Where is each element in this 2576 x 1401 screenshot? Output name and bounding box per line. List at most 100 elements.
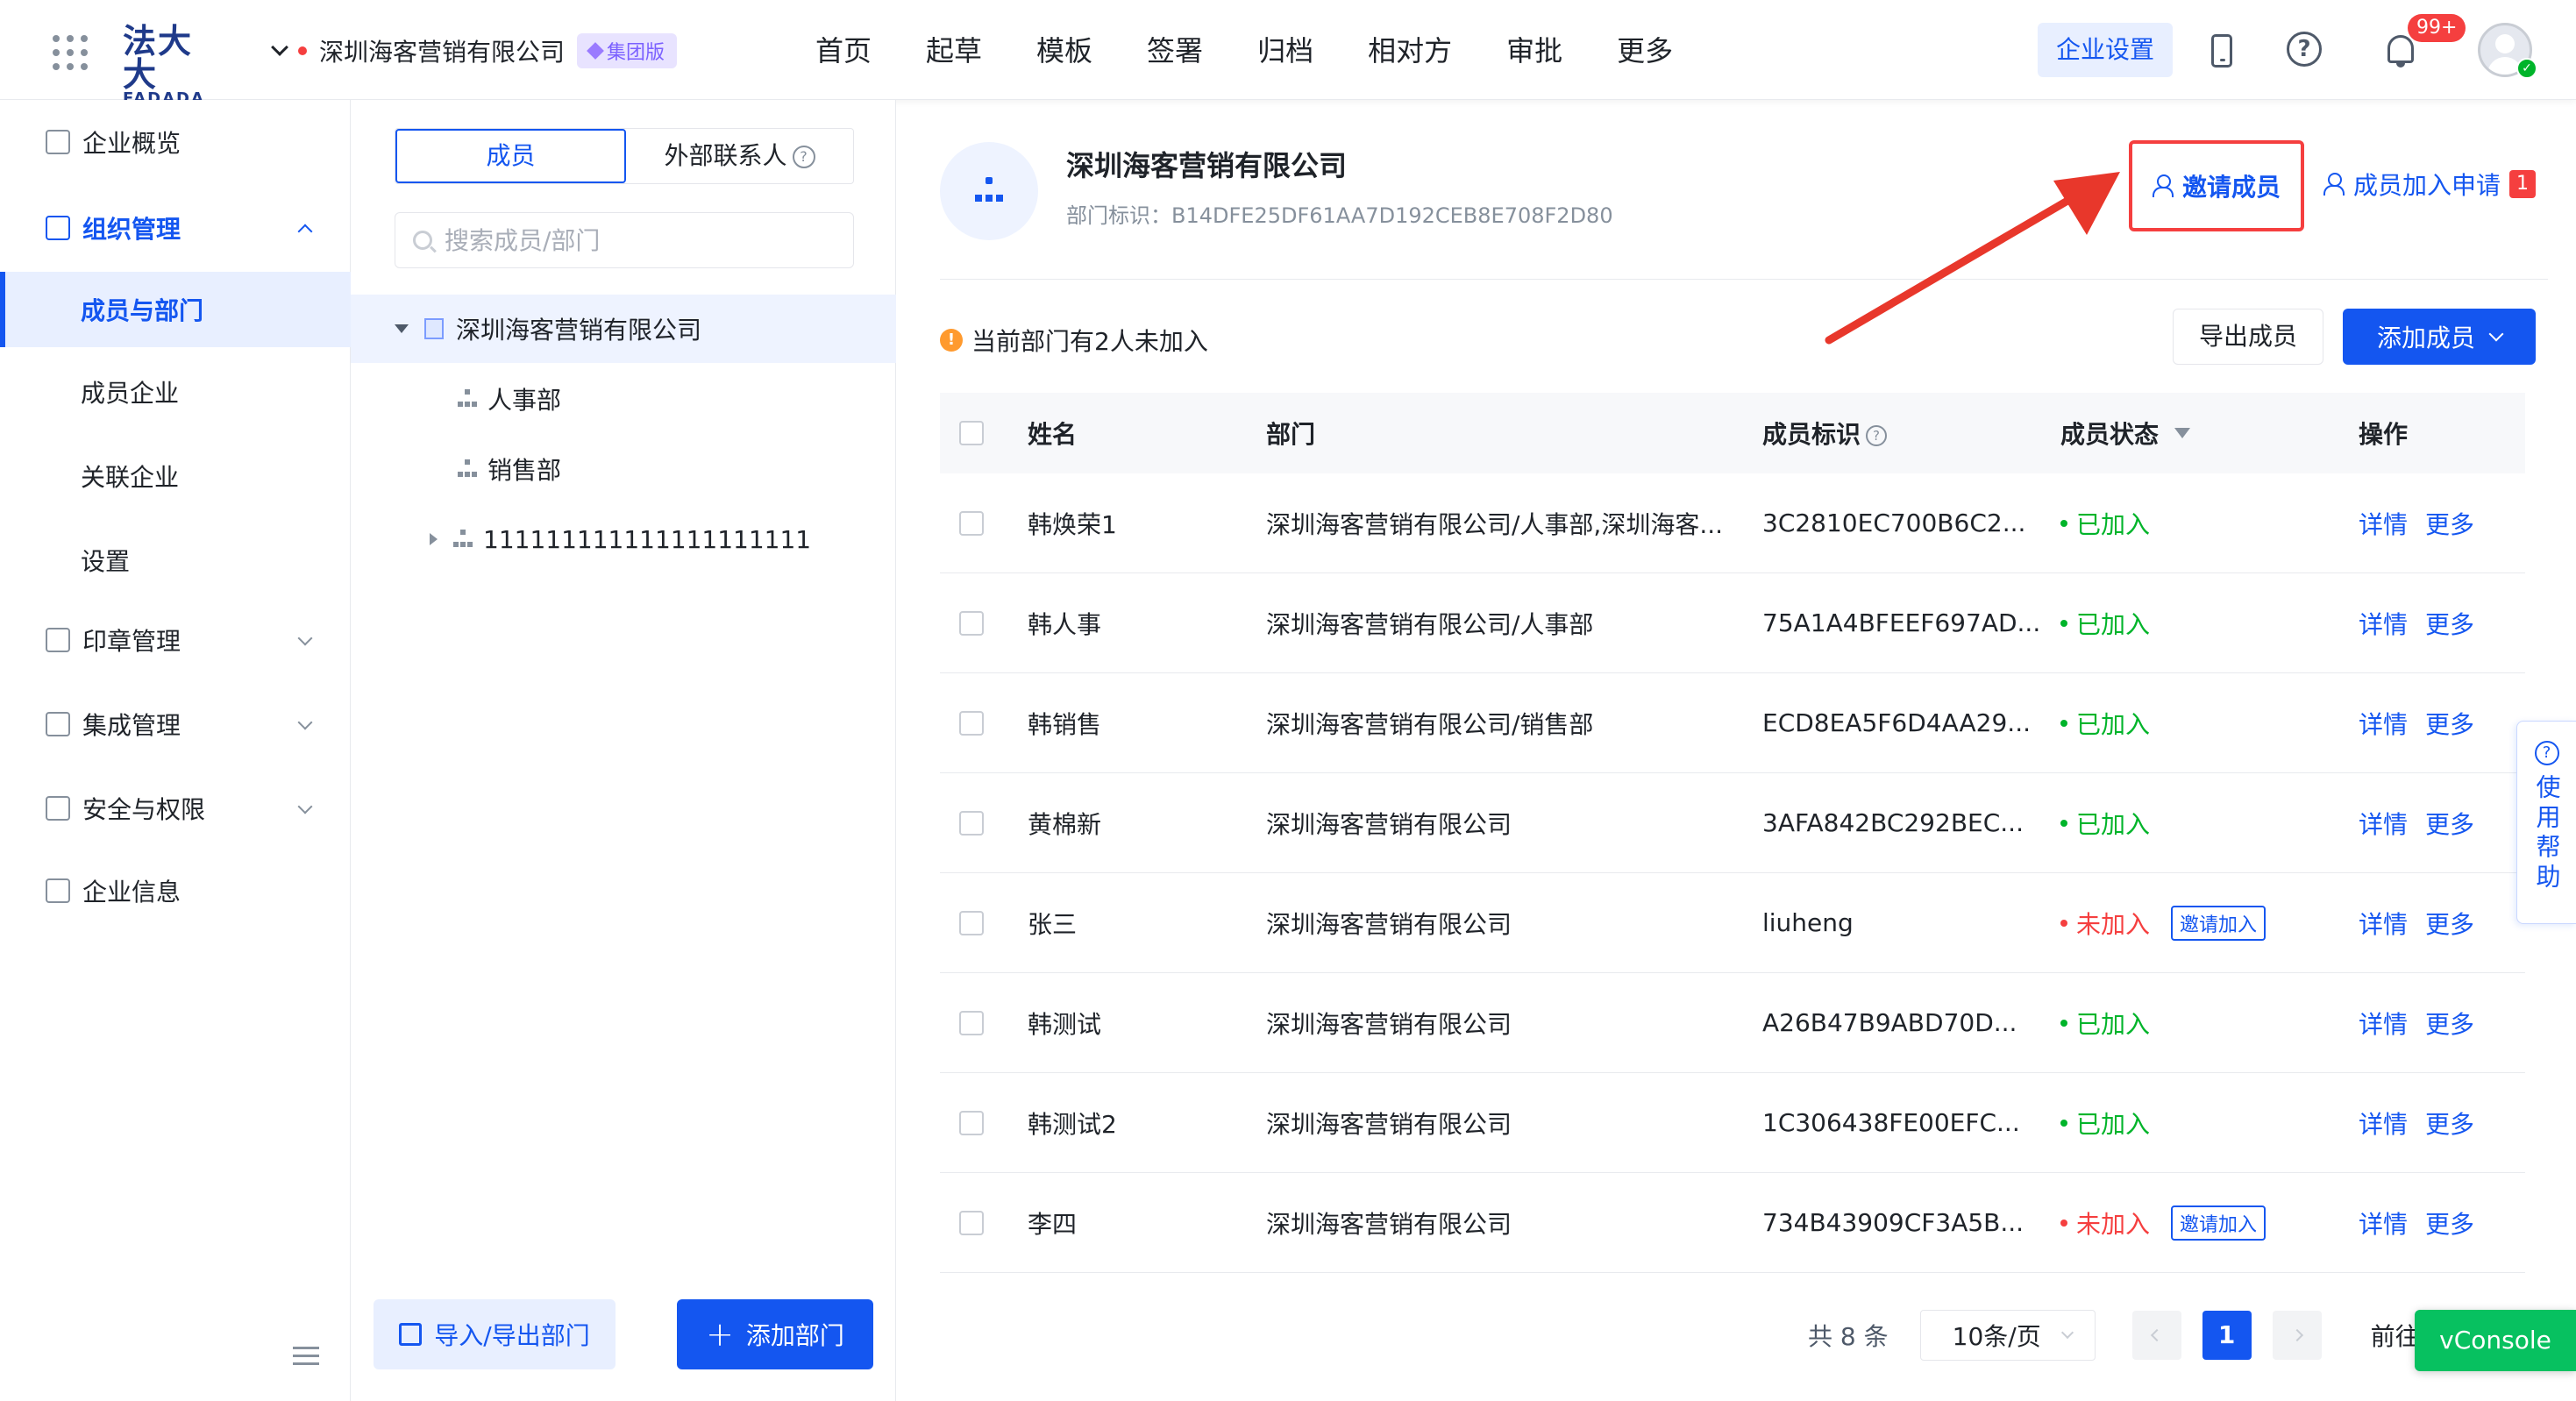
details-link[interactable]: 详情 xyxy=(2359,906,2408,941)
search-input[interactable] xyxy=(445,225,830,255)
sidebar-item-org-management[interactable]: 组织管理 xyxy=(0,200,351,256)
collapse-sidebar-icon[interactable] xyxy=(293,1347,319,1368)
nav-template[interactable]: 模板 xyxy=(1036,28,1092,74)
more-link[interactable]: 更多 xyxy=(2425,1106,2474,1141)
apps-grid-icon[interactable] xyxy=(53,35,88,70)
sidebar-item-member-companies[interactable]: 成员企业 xyxy=(0,354,351,430)
details-link[interactable]: 详情 xyxy=(2359,806,2408,841)
org-icon xyxy=(46,216,70,240)
sidebar-item-security[interactable]: 安全与权限 xyxy=(0,780,351,836)
chevron-down-icon xyxy=(297,799,313,814)
more-link[interactable]: 更多 xyxy=(2425,606,2474,641)
nav-approval[interactable]: 审批 xyxy=(1506,28,1562,74)
invite-join-button[interactable]: 邀请加入 xyxy=(2171,1205,2266,1241)
member-dept: 深圳海客营销有限公司/人事部,深圳海客... xyxy=(1266,509,1724,539)
member-dept: 深圳海客营销有限公司/人事部 xyxy=(1266,609,1594,639)
page-title: 深圳海客营销有限公司 xyxy=(1066,149,1348,182)
row-actions: 详情 更多 xyxy=(2359,906,2525,941)
nav-home[interactable]: 首页 xyxy=(815,28,872,74)
tree-node-root[interactable]: 深圳海客营销有限公司 xyxy=(351,295,896,363)
sidebar-item-integration[interactable]: 集成管理 xyxy=(0,696,351,752)
add-member-button[interactable]: 添加成员 xyxy=(2343,309,2536,365)
row-actions: 详情 更多 xyxy=(2359,1006,2525,1041)
details-link[interactable]: 详情 xyxy=(2359,1205,2408,1241)
search-icon xyxy=(413,231,432,250)
prev-page-button[interactable] xyxy=(2131,1311,2181,1360)
chevron-down-icon xyxy=(271,39,288,56)
tab-external-contacts[interactable]: 外部联系人? xyxy=(626,129,853,183)
row-checkbox[interactable] xyxy=(959,810,984,836)
sidebar-item-overview[interactable]: 企业概览 xyxy=(0,114,351,170)
annotation-arrow xyxy=(1825,172,2120,345)
caret-right-icon[interactable] xyxy=(430,533,438,545)
more-link[interactable]: 更多 xyxy=(2425,1205,2474,1241)
select-all-checkbox[interactable] xyxy=(959,421,984,445)
sidebar-item-corp-info[interactable]: 企业信息 xyxy=(0,863,351,919)
table-row: 韩焕荣1 深圳海客营销有限公司/人事部,深圳海客... 3C2810EC700B6C… xyxy=(940,473,2525,573)
status-dot xyxy=(2060,619,2067,627)
member-dept: 深圳海客营销有限公司 xyxy=(1266,1209,1512,1239)
details-link[interactable]: 详情 xyxy=(2359,1106,2408,1141)
status-dot xyxy=(2060,819,2067,827)
vconsole-button[interactable]: vConsole xyxy=(2415,1310,2576,1371)
member-status: 已加入 xyxy=(2060,1106,2359,1141)
more-link[interactable]: 更多 xyxy=(2425,806,2474,841)
fadada-logo[interactable]: 法大大 FADADA xyxy=(123,25,214,107)
filter-icon[interactable] xyxy=(2174,428,2191,438)
row-checkbox[interactable] xyxy=(959,1110,984,1135)
details-link[interactable]: 详情 xyxy=(2359,706,2408,741)
more-link[interactable]: 更多 xyxy=(2425,906,2474,941)
member-status: 已加入 xyxy=(2060,506,2359,541)
join-request-link[interactable]: 成员加入申请 1 xyxy=(2323,167,2537,202)
invite-member-button[interactable]: 邀请成员 xyxy=(2129,140,2304,231)
more-link[interactable]: 更多 xyxy=(2425,506,2474,541)
row-actions: 详情 更多 xyxy=(2359,606,2525,641)
add-user-icon xyxy=(2323,173,2345,196)
company-switcher[interactable]: 深圳海客营销有限公司 集团版 xyxy=(271,32,678,70)
next-page-button[interactable] xyxy=(2272,1311,2322,1360)
sidebar-item-members-depts[interactable]: 成员与部门 xyxy=(0,272,351,347)
nav-sign[interactable]: 签署 xyxy=(1147,28,1203,74)
sidebar-item-settings[interactable]: 设置 xyxy=(0,523,351,598)
edition-badge: 集团版 xyxy=(577,33,678,68)
row-checkbox[interactable] xyxy=(959,710,984,736)
question-icon[interactable]: ? xyxy=(1866,425,1888,446)
details-link[interactable]: 详情 xyxy=(2359,606,2408,641)
invite-join-button[interactable]: 邀请加入 xyxy=(2171,905,2266,941)
export-members-button[interactable]: 导出成员 xyxy=(2173,309,2323,365)
sidebar-item-seal-management[interactable]: 印章管理 xyxy=(0,612,351,668)
col-dept: 部门 xyxy=(1266,420,1316,449)
nav-draft[interactable]: 起草 xyxy=(926,28,982,74)
member-id: 1C306438FE00EFC... xyxy=(1762,1108,2020,1137)
page-size-select[interactable]: 10条/页 xyxy=(1919,1310,2096,1361)
current-page[interactable]: 1 xyxy=(2202,1311,2252,1360)
tab-members[interactable]: 成员 xyxy=(395,129,626,183)
row-checkbox[interactable] xyxy=(959,610,984,636)
more-link[interactable]: 更多 xyxy=(2425,1006,2474,1041)
details-link[interactable]: 详情 xyxy=(2359,1006,2408,1041)
row-checkbox[interactable] xyxy=(959,910,984,935)
help-side-tab[interactable]: ? 使用帮助 xyxy=(2516,721,2576,924)
details-link[interactable]: 详情 xyxy=(2359,506,2408,541)
row-checkbox[interactable] xyxy=(959,1210,984,1235)
col-member-id: 成员标识? xyxy=(1762,416,2060,451)
help-icon[interactable]: ? xyxy=(2287,32,2325,70)
import-export-dept-button[interactable]: 导入/导出部门 xyxy=(374,1299,616,1369)
nav-archive[interactable]: 归档 xyxy=(1257,28,1313,74)
sidebar-item-related-companies[interactable]: 关联企业 xyxy=(0,438,351,514)
caret-down-icon[interactable] xyxy=(395,324,409,333)
corp-settings-button[interactable]: 企业设置 xyxy=(2038,23,2173,77)
add-dept-button[interactable]: + 添加部门 xyxy=(677,1299,873,1369)
nav-counterparty[interactable]: 相对方 xyxy=(1368,28,1452,74)
status-dot xyxy=(2060,1019,2067,1027)
divider xyxy=(940,279,2548,280)
row-checkbox[interactable] xyxy=(959,510,984,536)
tree-node-sales[interactable]: 销售部 xyxy=(351,435,896,503)
tree-node-111[interactable]: 111111111111111111111 xyxy=(351,505,896,573)
row-checkbox[interactable] xyxy=(959,1010,984,1035)
nav-more[interactable]: 更多 xyxy=(1617,28,1673,74)
tree-node-hr[interactable]: 人事部 xyxy=(351,365,896,433)
member-status: 已加入 xyxy=(2060,606,2359,641)
phone-icon[interactable] xyxy=(2202,32,2241,70)
more-link[interactable]: 更多 xyxy=(2425,706,2474,741)
